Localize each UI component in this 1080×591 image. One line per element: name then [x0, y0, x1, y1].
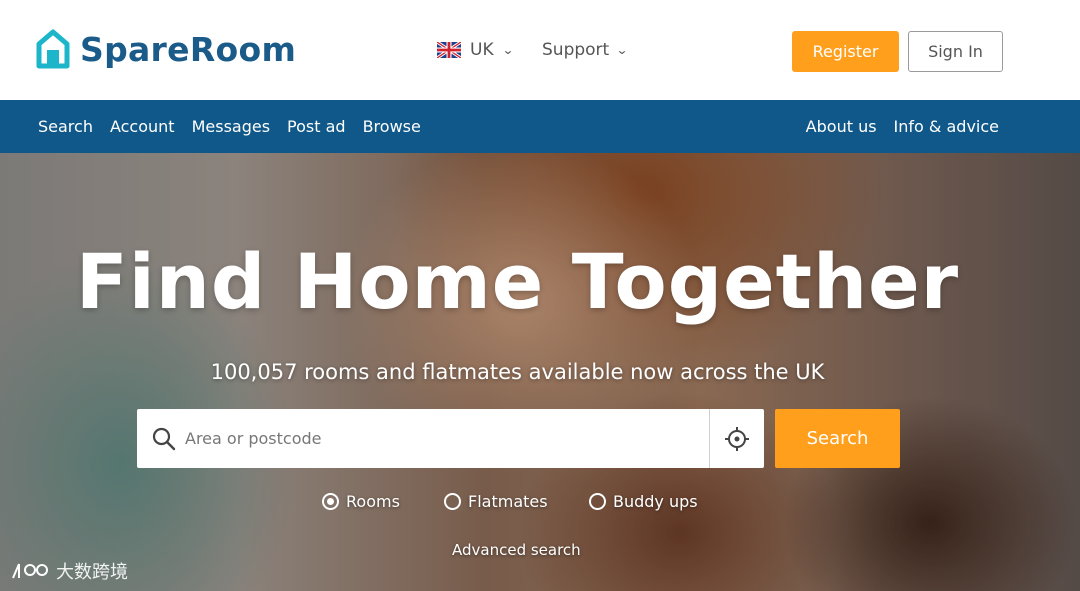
- hero-section: Find Home Together 100,057 rooms and fla…: [0, 153, 1080, 591]
- advanced-search-link[interactable]: Advanced search: [452, 541, 581, 559]
- uk-flag-icon: [437, 42, 461, 58]
- house-logo-icon: [36, 29, 70, 69]
- register-button[interactable]: Register: [792, 31, 899, 72]
- hero-subtitle: 100,057 rooms and flatmates available no…: [210, 360, 825, 384]
- nav-item-info-advice[interactable]: Info & advice: [894, 117, 999, 136]
- search-type-options: Rooms Flatmates Buddy ups: [0, 492, 1080, 516]
- radio-flatmates[interactable]: Flatmates: [444, 492, 548, 511]
- radio-rooms-label: Rooms: [346, 492, 400, 511]
- watermark: 大数跨境: [10, 558, 128, 584]
- logo[interactable]: SpareRoom: [36, 28, 296, 70]
- main-nav: Search Account Messages Post ad Browse A…: [0, 100, 1080, 153]
- radio-icon: [444, 493, 461, 510]
- chevron-down-icon: ⌄: [501, 43, 514, 57]
- search-input[interactable]: [185, 409, 705, 468]
- nav-right: About us Info & advice: [806, 100, 999, 153]
- radio-icon: [322, 493, 339, 510]
- radio-buddy-ups[interactable]: Buddy ups: [589, 492, 698, 511]
- radio-icon: [589, 493, 606, 510]
- country-label: UK: [470, 40, 494, 60]
- support-menu[interactable]: Support ⌄: [542, 40, 629, 60]
- crosshair-locate-icon: [725, 426, 749, 451]
- radio-flatmates-label: Flatmates: [468, 492, 548, 511]
- chevron-down-icon: ⌄: [616, 43, 629, 57]
- country-selector[interactable]: UK ⌄: [437, 40, 514, 60]
- watermark-logo-icon: [12, 563, 48, 579]
- locate-button[interactable]: [710, 409, 764, 468]
- nav-item-about-us[interactable]: About us: [806, 117, 877, 136]
- nav-item-browse[interactable]: Browse: [363, 117, 421, 136]
- hero-title: Find Home Together: [75, 237, 960, 326]
- support-label: Support: [542, 40, 610, 60]
- search-icon: [152, 427, 176, 451]
- search-button[interactable]: Search: [775, 409, 900, 468]
- watermark-text: 大数跨境: [56, 562, 128, 583]
- nav-item-post-ad[interactable]: Post ad: [287, 117, 346, 136]
- nav-item-messages[interactable]: Messages: [192, 117, 270, 136]
- top-header: SpareRoom UK ⌄ Support ⌄ Register Sign I…: [0, 0, 1080, 100]
- sign-in-button[interactable]: Sign In: [908, 31, 1003, 72]
- radio-selected-dot: [327, 498, 334, 505]
- nav-left: Search Account Messages Post ad Browse: [38, 100, 421, 153]
- radio-buddy-ups-label: Buddy ups: [613, 492, 698, 511]
- logo-text: SpareRoom: [80, 29, 297, 69]
- radio-rooms[interactable]: Rooms: [322, 492, 400, 511]
- search-box: [137, 409, 764, 468]
- nav-item-account[interactable]: Account: [110, 117, 175, 136]
- nav-item-search[interactable]: Search: [38, 117, 93, 136]
